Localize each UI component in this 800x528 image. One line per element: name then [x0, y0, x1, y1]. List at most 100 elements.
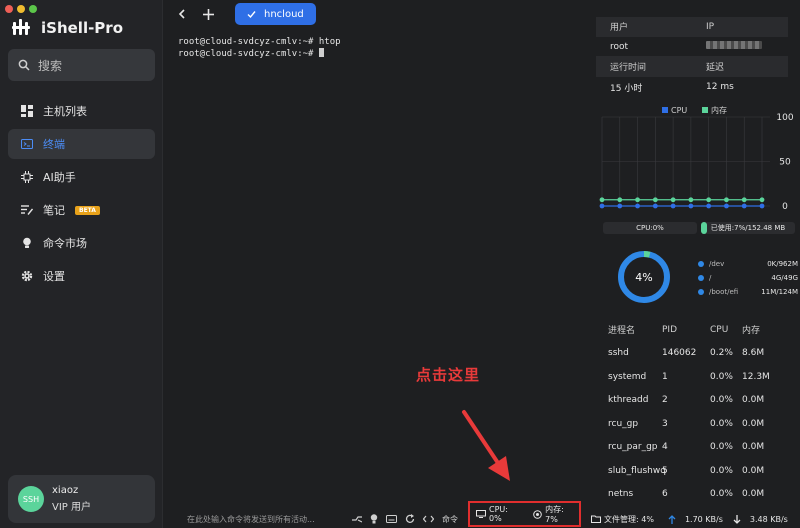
code-icon[interactable] — [423, 514, 434, 524]
minimize-window-button[interactable] — [17, 5, 25, 13]
table-row[interactable]: sshd 146062 0.2% 8.6M — [598, 342, 798, 366]
search-icon — [18, 59, 30, 71]
col-memory[interactable]: 内存 — [742, 323, 782, 336]
refresh-icon[interactable] — [405, 514, 415, 524]
sidebar: iShell-Pro 搜索 主机列表 终端 AI助手 笔记 BETA 命令市场 … — [0, 0, 163, 528]
data-point — [599, 197, 605, 203]
lightbulb-icon[interactable] — [370, 514, 378, 524]
disk-path: / — [709, 274, 712, 282]
split-icon[interactable] — [352, 515, 362, 524]
annotation-arrow-icon — [462, 410, 510, 481]
terminal-prompt: root@cloud-svdcyz-cmlv:~# — [178, 49, 319, 59]
keyboard-icon[interactable] — [386, 515, 397, 523]
legend-label: 内存 — [711, 105, 727, 115]
data-point — [724, 203, 729, 209]
sidebar-item-settings[interactable]: 设置 — [8, 261, 155, 291]
legend-swatch — [702, 107, 708, 113]
cell: 8.6M — [742, 348, 765, 359]
info-value-latency: 12 ms — [706, 82, 734, 92]
col-cpu[interactable]: CPU — [710, 325, 742, 335]
cell: 0.0% — [710, 488, 733, 499]
col-pid[interactable]: PID — [662, 325, 710, 335]
disk-usage-donut: 4% — [618, 251, 670, 303]
cell: kthreadd — [608, 395, 649, 406]
table-row[interactable]: rcu_par_gp 4 0.0% 0.0M — [598, 436, 798, 460]
sidebar-item-terminal[interactable]: 终端 — [8, 129, 155, 159]
usage-bars: CPU:0% 已使用:7%/152.48 MB — [603, 222, 795, 234]
arrow-down-icon — [733, 514, 741, 524]
disk-row: /boot/efi 11M/124M — [698, 285, 798, 299]
process-header-row: 进程名 PID CPU 内存 — [598, 318, 798, 342]
app-title: iShell-Pro — [11, 17, 123, 39]
data-point — [670, 197, 676, 203]
info-value-row: 15 小时 12 ms — [596, 77, 788, 97]
data-point — [617, 203, 623, 209]
search-placeholder: 搜索 — [38, 58, 63, 73]
terminal-output[interactable]: root@cloud-svdcyz-cmlv:~# htop root@clou… — [178, 37, 341, 60]
upload-speed: 1.70 KB/s — [668, 515, 723, 524]
terminal-line: root@cloud-svdcyz-cmlv:~# htop — [178, 37, 341, 47]
cell: 146062 — [662, 348, 697, 359]
tab-bar: hncloud — [163, 0, 593, 28]
memory-status-label: 内存: 7% — [545, 505, 564, 524]
sidebar-item-label: 终端 — [43, 138, 65, 151]
cell: 0.0M — [742, 442, 765, 453]
status-toolbar: 命令 — [352, 514, 458, 525]
sidebar-item-label: 设置 — [43, 270, 65, 283]
avatar: SSH — [18, 486, 44, 512]
y-tick-label: 100 — [776, 113, 793, 123]
cell: 0.0% — [710, 395, 733, 406]
table-row[interactable]: kthreadd 2 0.0% 0.0M — [598, 389, 798, 413]
data-point — [635, 203, 640, 209]
lightbulb-icon — [20, 237, 33, 250]
user-role: VIP 用户 — [52, 502, 91, 513]
back-button[interactable] — [169, 1, 195, 27]
data-point — [759, 203, 765, 209]
terminal-icon — [20, 138, 33, 151]
folder-icon — [591, 515, 601, 523]
close-window-button[interactable] — [5, 5, 13, 13]
app-name: iShell-Pro — [41, 19, 124, 37]
disk-path: /boot/efi — [709, 288, 739, 296]
user-card[interactable]: SSH xiaoz VIP 用户 — [8, 475, 155, 523]
new-tab-button[interactable] — [195, 1, 221, 27]
sidebar-item-command-market[interactable]: 命令市场 — [8, 228, 155, 258]
sidebar-item-label: AI助手 — [43, 171, 76, 184]
cell: 0.2% — [710, 348, 733, 359]
table-row[interactable]: slub_flushwq 5 0.0% 0.0M — [598, 459, 798, 483]
info-label-user: 用户 — [610, 23, 629, 33]
maximize-window-button[interactable] — [29, 5, 37, 13]
broadcast-command-input[interactable]: 在此处输入命令将发送到所有活动... — [187, 514, 315, 525]
resource-status-highlight[interactable]: CPU: 0% 内存: 7% — [468, 501, 581, 527]
memory-usage-bar: 已使用:7%/152.48 MB — [701, 222, 795, 234]
table-row[interactable]: rcu_gp 3 0.0% 0.0M — [598, 412, 798, 436]
table-row[interactable]: systemd 1 0.0% 12.3M — [598, 365, 798, 389]
server-info-table: 用户 IP root 运行时间 延迟 15 小时 12 ms — [596, 17, 788, 97]
info-header-row: 运行时间 延迟 — [596, 57, 788, 77]
cpu-status[interactable]: CPU: 0% — [476, 505, 523, 523]
cell: 1 — [662, 371, 668, 382]
sidebar-item-hosts[interactable]: 主机列表 — [8, 96, 155, 126]
cell: rcu_par_gp — [608, 442, 658, 453]
check-icon — [247, 10, 256, 18]
file-manager-button[interactable]: 文件管理: 4% — [591, 514, 654, 525]
sidebar-item-ai-assistant[interactable]: AI助手 — [8, 162, 155, 192]
app-logo-icon — [12, 19, 30, 35]
search-box[interactable]: 搜索 — [8, 49, 155, 81]
data-point — [652, 203, 658, 209]
file-manager-label: 文件管理: 4% — [604, 514, 654, 524]
cell: 0.0M — [742, 488, 765, 499]
download-speed-label: 3.48 KB/s — [749, 514, 788, 524]
memory-status[interactable]: 内存: 7% — [533, 504, 579, 524]
data-point — [670, 203, 676, 209]
col-process-name[interactable]: 进程名 — [598, 323, 662, 336]
disk-list: /dev 0K/962M / 4G/49G /boot/efi 11M/124M — [698, 257, 798, 299]
sidebar-item-notes[interactable]: 笔记 BETA — [8, 195, 155, 225]
tab-hncloud[interactable]: hncloud — [235, 3, 316, 25]
disk-percent-label: 4% — [635, 271, 652, 284]
data-point — [599, 203, 605, 209]
cpu-usage-bar: CPU:0% — [603, 222, 697, 234]
command-label[interactable]: 命令 — [442, 514, 458, 525]
data-point — [635, 197, 640, 203]
table-row[interactable]: netns 6 0.0% 0.0M — [598, 483, 798, 499]
